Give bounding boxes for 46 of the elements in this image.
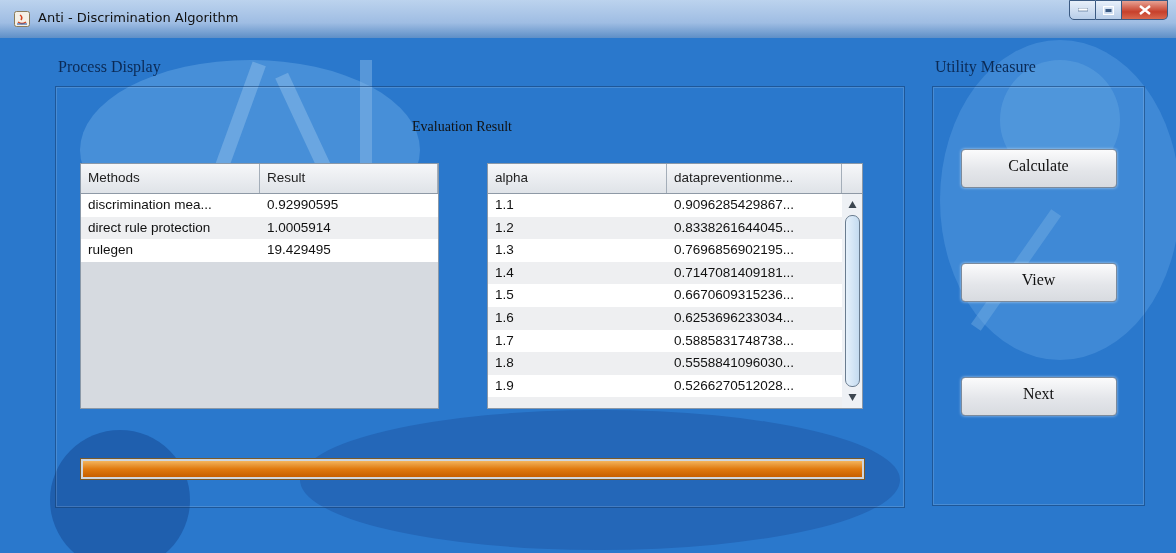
window-title: Anti - Discrimination Algorithm: [38, 10, 239, 25]
table-cell-text: 0.7147081409181...: [673, 263, 796, 282]
close-icon: [1138, 5, 1151, 15]
scroll-thumb[interactable]: [844, 215, 860, 387]
down-arrow-icon[interactable]: [847, 393, 857, 402]
panel-title: Utility Measure: [935, 58, 1037, 78]
table-cell-text: 19.429495: [266, 241, 332, 260]
table-cell-text: 0.7696856902195...: [673, 241, 796, 260]
table-cell-text: 1.5: [494, 286, 515, 305]
table-cell-text: 0.92990595: [266, 196, 340, 214]
table-cell-text: discrimination mea...: [87, 196, 213, 214]
column-header[interactable]: Methods: [81, 164, 260, 193]
column-header[interactable]: alpha: [488, 164, 667, 193]
table-cell-text: 1.7: [494, 331, 515, 350]
table-cell-text: 1.4: [494, 263, 515, 282]
app-icon: [14, 11, 30, 27]
table-cell-text: 0.5885831748738...: [673, 331, 796, 350]
action-button[interactable]: Next: [960, 377, 1117, 416]
scrollbar[interactable]: [842, 194, 862, 408]
table-cell-text: 1.1: [494, 196, 515, 214]
minimize-button[interactable]: [1069, 0, 1096, 20]
table-cell-text: 0.6253696233034...: [673, 308, 796, 327]
close-button[interactable]: [1122, 0, 1168, 20]
table-cell-text: 1.0005914: [266, 218, 332, 237]
section-heading: Evaluation Result: [412, 119, 512, 135]
table-cell-text: 0.5558841096030...: [673, 354, 796, 373]
maximize-button[interactable]: [1096, 0, 1122, 20]
column-header[interactable]: Result: [260, 164, 438, 193]
action-button[interactable]: View: [960, 263, 1117, 302]
column-header[interactable]: datapreventionme...: [667, 164, 842, 193]
table-cell-text: rulegen: [87, 241, 135, 260]
table-cell-text: 0.5266270512028...: [673, 376, 796, 395]
minimize-icon: [1077, 8, 1088, 12]
table-cell-text: 1.3: [494, 241, 515, 260]
table-cell-text: direct rule protection: [87, 218, 212, 237]
action-button[interactable]: Calculate: [960, 149, 1117, 188]
table-cell-text: 1.2: [494, 218, 515, 237]
table-cell-text: 0.8338261644045...: [673, 218, 796, 237]
maximize-icon: [1103, 5, 1114, 15]
panel-title: Process Display: [58, 58, 162, 78]
table-cell-text: 1.8: [494, 354, 515, 373]
table-cell-text: 1.9: [494, 376, 515, 395]
table-cell-text: 0.9096285429867...: [673, 196, 796, 214]
up-arrow-icon[interactable]: [847, 200, 857, 209]
table-cell-text: 0.6670609315236...: [673, 286, 796, 305]
table-cell-text: 1.6: [494, 308, 515, 327]
